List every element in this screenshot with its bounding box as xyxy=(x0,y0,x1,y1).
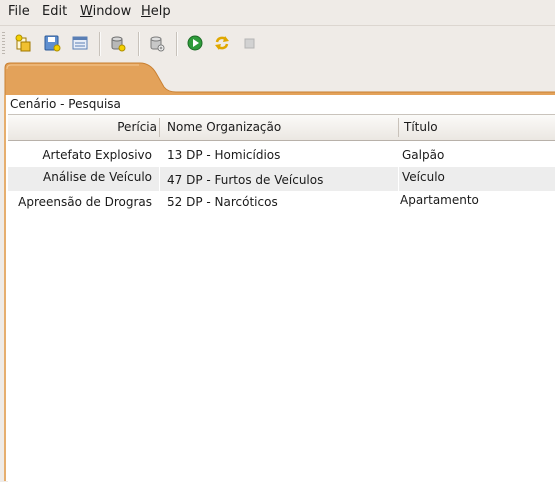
cell-nome-organizacao: 13 DP - Homicídios xyxy=(167,148,281,162)
cell-nome-organizacao: 47 DP - Furtos de Veículos xyxy=(167,173,324,187)
toolbar-separator xyxy=(176,32,178,56)
run-button[interactable] xyxy=(186,34,204,52)
menu-help-mnemonic: H xyxy=(141,4,151,19)
table-row[interactable]: Análise de Veículo 47 DP - Furtos de Veí… xyxy=(8,167,555,191)
cell-pericia: Artefato Explosivo xyxy=(42,148,152,162)
cell-nome-organizacao: 52 DP - Narcóticos xyxy=(167,195,278,209)
database-add-icon xyxy=(150,36,165,52)
new-open-icon xyxy=(15,34,31,52)
column-header-pericia[interactable]: Perícia xyxy=(117,115,157,140)
new-open-button[interactable] xyxy=(14,34,32,52)
save-button[interactable] xyxy=(43,34,61,52)
refresh-icon xyxy=(215,36,229,50)
cell-titulo: Veículo xyxy=(402,170,445,184)
properties-icon xyxy=(72,36,88,50)
toolbar-grip[interactable] xyxy=(2,32,5,56)
toolbar xyxy=(0,25,555,62)
column-divider xyxy=(398,167,399,191)
menu-edit[interactable]: Edit xyxy=(42,4,67,20)
column-header-titulo[interactable]: Título xyxy=(404,115,438,140)
menu-file[interactable]: File xyxy=(8,4,30,20)
panel-title: Cenário - Pesquisa xyxy=(10,97,121,111)
stop-button[interactable] xyxy=(241,34,259,52)
toolbar-separator xyxy=(138,32,140,56)
table-row[interactable]: Artefato Explosivo 13 DP - Homicídios Ga… xyxy=(8,143,555,167)
editor-tab[interactable] xyxy=(4,61,555,95)
menu-window-mnemonic: W xyxy=(80,4,93,19)
database-icon xyxy=(111,36,126,52)
editor-area: Cenário - Pesquisa Perícia Nome Organiza… xyxy=(0,61,555,482)
properties-button[interactable] xyxy=(71,34,89,52)
database-button[interactable] xyxy=(109,34,127,52)
table-header: Perícia Nome Organização Título xyxy=(8,115,555,141)
table-row[interactable]: Apreensão de Drogras 52 DP - Narcóticos … xyxy=(8,191,555,215)
menu-help-label: elp xyxy=(150,4,171,19)
menu-help[interactable]: Help xyxy=(141,4,171,20)
cell-titulo: Galpão xyxy=(402,148,445,162)
column-divider xyxy=(159,167,160,191)
column-divider[interactable] xyxy=(398,118,399,137)
run-icon xyxy=(187,35,203,51)
menu-window[interactable]: Window xyxy=(80,4,131,20)
results-table: Perícia Nome Organização Título Artefato… xyxy=(8,114,555,482)
cell-titulo: Apartamento xyxy=(400,193,479,207)
stop-icon xyxy=(244,38,255,49)
menu-window-label: indow xyxy=(92,4,132,19)
search-panel: Cenário - Pesquisa Perícia Nome Organiza… xyxy=(4,95,555,482)
cell-pericia: Apreensão de Drogras xyxy=(18,195,152,209)
refresh-button[interactable] xyxy=(213,34,231,52)
database-add-button[interactable] xyxy=(148,34,166,52)
column-divider[interactable] xyxy=(159,118,160,137)
save-icon xyxy=(44,35,61,52)
menu-bar: File Edit Window Help xyxy=(0,0,555,24)
toolbar-separator xyxy=(99,32,101,56)
cell-pericia: Análise de Veículo xyxy=(43,170,152,184)
column-header-nome-organizacao[interactable]: Nome Organização xyxy=(167,115,281,140)
